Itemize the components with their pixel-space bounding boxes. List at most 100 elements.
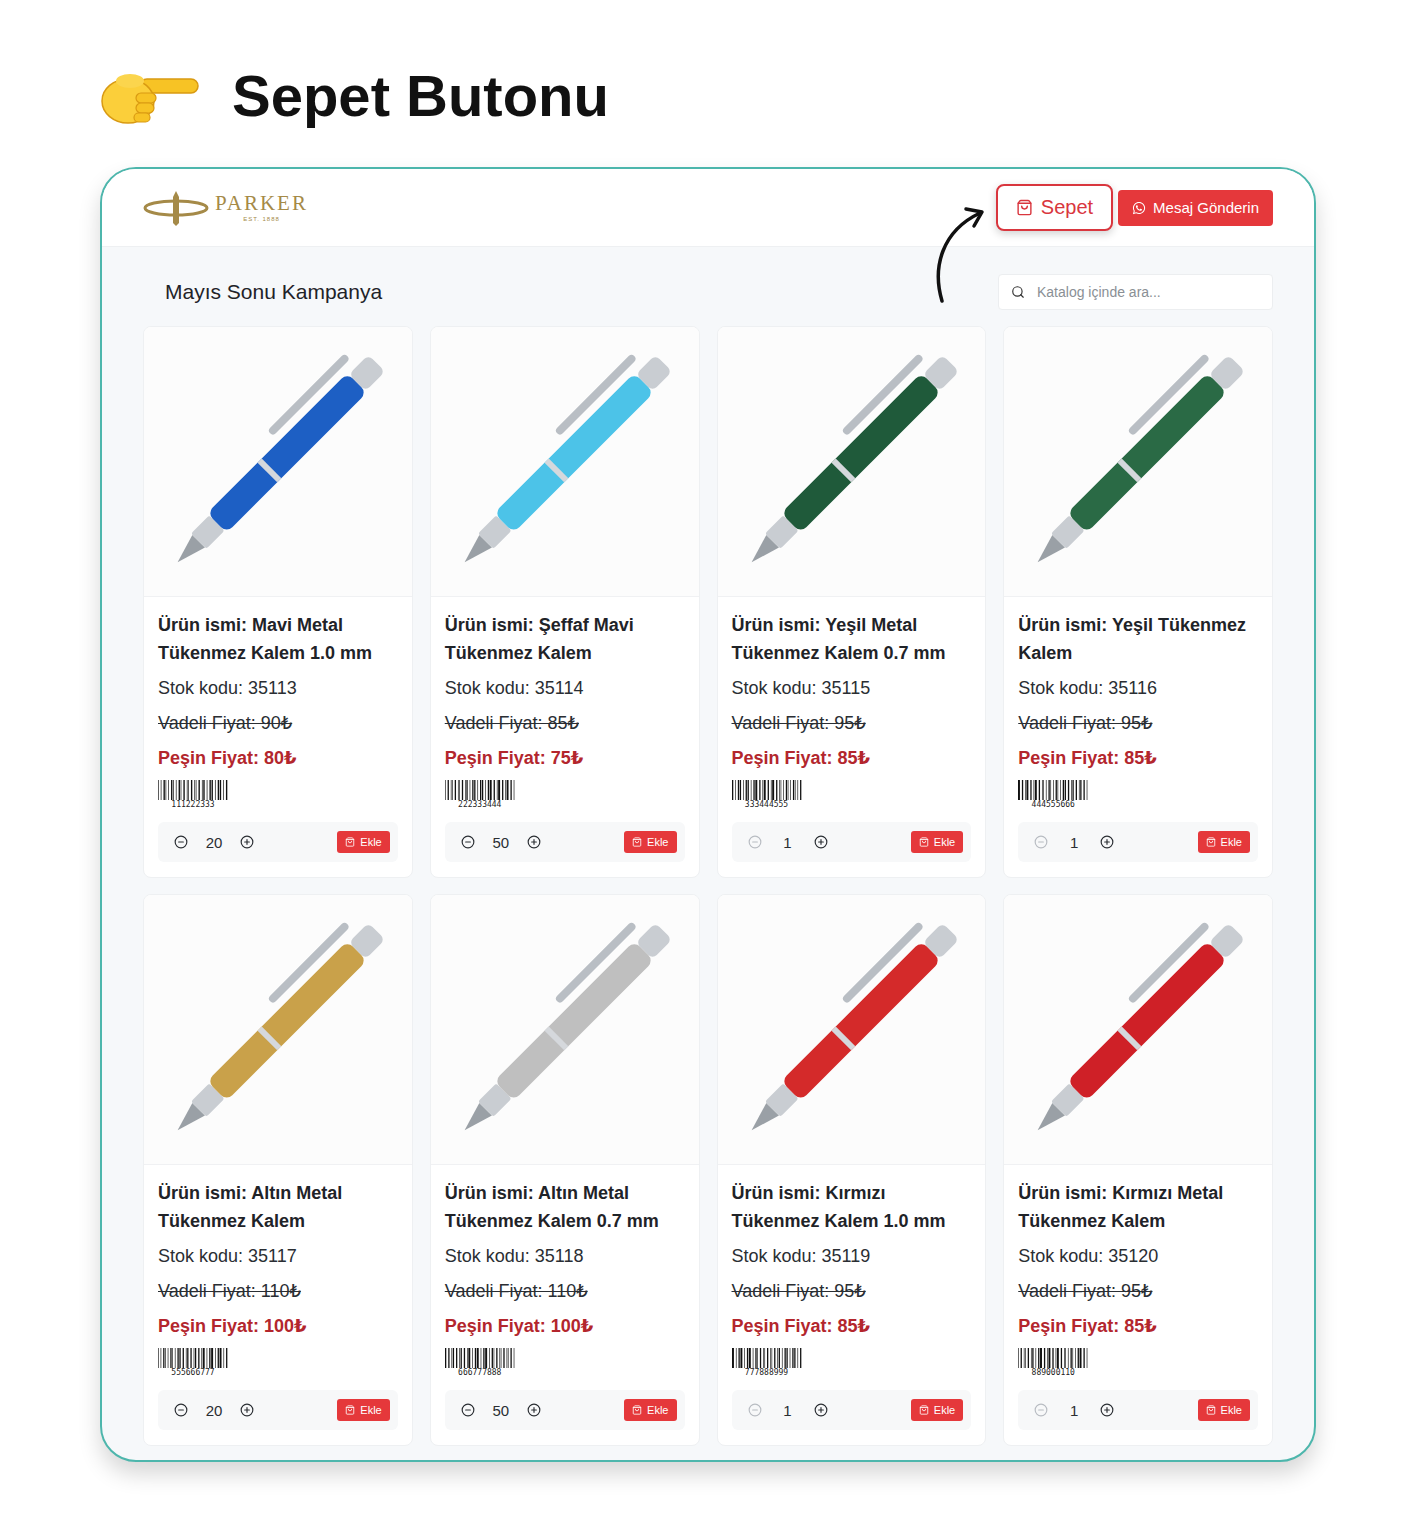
barcode: 555666777 bbox=[158, 1348, 228, 1378]
barcode: 666777888 bbox=[445, 1348, 515, 1378]
barcode-number: 889000110 bbox=[1032, 1368, 1075, 1378]
quantity-row: 1 Ekle bbox=[1018, 1390, 1258, 1430]
shopping-bag-icon bbox=[1206, 1405, 1216, 1415]
add-button[interactable]: Ekle bbox=[1198, 831, 1250, 853]
term-price: Vadeli Fiyat: 90₺ bbox=[158, 706, 398, 741]
term-price: Vadeli Fiyat: 110₺ bbox=[158, 1274, 398, 1309]
product-photo bbox=[1004, 327, 1272, 597]
shopping-bag-icon bbox=[919, 1405, 929, 1415]
pen-photo bbox=[431, 327, 699, 597]
product-card: Ürün ismi: Altın Metal Tükenmez Kalem 0.… bbox=[430, 894, 700, 1446]
increase-button[interactable] bbox=[812, 833, 830, 851]
product-photo bbox=[431, 895, 699, 1165]
product-name: Ürün ismi: Kırmızı Metal Tükenmez Kalem bbox=[1018, 1179, 1258, 1235]
add-button[interactable]: Ekle bbox=[624, 1399, 676, 1421]
nav-buttons: SepetMesaj Gönderin bbox=[996, 184, 1273, 231]
brand-text: PARKEREST. 1888 bbox=[215, 193, 308, 222]
plus-circle-icon bbox=[527, 835, 541, 849]
decrease-button[interactable] bbox=[172, 833, 190, 851]
product-photo bbox=[144, 895, 412, 1165]
barcode-icon bbox=[445, 780, 515, 800]
product-photo bbox=[1004, 895, 1272, 1165]
product-name: Ürün ismi: Yeşil Tükenmez Kalem bbox=[1018, 611, 1258, 667]
catalog-title: Mayıs Sonu Kampanya bbox=[165, 280, 382, 304]
stock-code: Stok kodu: 35114 bbox=[445, 671, 685, 706]
barcode-number: 222333444 bbox=[458, 800, 501, 810]
increase-button[interactable] bbox=[1098, 833, 1116, 851]
product-card: Ürün ismi: Kırmızı Tükenmez Kalem 1.0 mm… bbox=[717, 894, 987, 1446]
minus-circle-icon bbox=[461, 1403, 475, 1417]
decrease-button[interactable] bbox=[459, 833, 477, 851]
term-price: Vadeli Fiyat: 110₺ bbox=[445, 1274, 685, 1309]
quantity-value[interactable]: 1 bbox=[764, 1402, 812, 1419]
increase-button[interactable] bbox=[238, 1401, 256, 1419]
product-photo bbox=[718, 327, 986, 597]
quantity-value[interactable]: 50 bbox=[477, 1402, 525, 1419]
message-button[interactable]: Mesaj Gönderin bbox=[1118, 190, 1273, 226]
product-card: Ürün ismi: Yeşil Tükenmez KalemStok kodu… bbox=[1003, 326, 1273, 878]
quantity-value[interactable]: 1 bbox=[1050, 1402, 1098, 1419]
product-photo bbox=[144, 327, 412, 597]
increase-button[interactable] bbox=[1098, 1401, 1116, 1419]
cart-button[interactable]: Sepet bbox=[996, 184, 1113, 231]
quantity-value[interactable]: 50 bbox=[477, 834, 525, 851]
barcode-number: 333444555 bbox=[745, 800, 788, 810]
plus-circle-icon bbox=[527, 1403, 541, 1417]
quantity-value[interactable]: 20 bbox=[190, 1402, 238, 1419]
shopping-bag-icon bbox=[919, 837, 929, 847]
pointer-arrow-icon bbox=[928, 201, 992, 305]
product-body: Ürün ismi: Yeşil Metal Tükenmez Kalem 0.… bbox=[718, 597, 986, 877]
product-card: Ürün ismi: Yeşil Metal Tükenmez Kalem 0.… bbox=[717, 326, 987, 878]
add-button[interactable]: Ekle bbox=[337, 1399, 389, 1421]
search-icon bbox=[1011, 285, 1025, 299]
plus-circle-icon bbox=[240, 835, 254, 849]
add-button[interactable]: Ekle bbox=[911, 1399, 963, 1421]
barcode-icon bbox=[1018, 780, 1088, 800]
plus-circle-icon bbox=[814, 835, 828, 849]
add-button[interactable]: Ekle bbox=[337, 831, 389, 853]
decrease-button bbox=[746, 833, 764, 851]
product-name: Ürün ismi: Altın Metal Tükenmez Kalem bbox=[158, 1179, 398, 1235]
increase-button[interactable] bbox=[812, 1401, 830, 1419]
decrease-button[interactable] bbox=[172, 1401, 190, 1419]
search-input[interactable] bbox=[1035, 283, 1260, 301]
catalog-window: PARKEREST. 1888 SepetMesaj Gönderin Mayıs … bbox=[100, 167, 1316, 1462]
quantity-row: 50 Ekle bbox=[445, 1390, 685, 1430]
stock-code: Stok kodu: 35115 bbox=[732, 671, 972, 706]
add-button[interactable]: Ekle bbox=[624, 831, 676, 853]
increase-button[interactable] bbox=[238, 833, 256, 851]
add-button[interactable]: Ekle bbox=[1198, 1399, 1250, 1421]
product-card: Ürün ismi: Altın Metal Tükenmez KalemSto… bbox=[143, 894, 413, 1446]
minus-circle-icon bbox=[174, 1403, 188, 1417]
barcode-icon bbox=[1018, 1348, 1088, 1368]
quantity-value[interactable]: 1 bbox=[1050, 834, 1098, 851]
product-body: Ürün ismi: Kırmızı Tükenmez Kalem 1.0 mm… bbox=[718, 1165, 986, 1445]
search-field[interactable] bbox=[998, 274, 1273, 310]
barcode-number: 666777888 bbox=[458, 1368, 501, 1378]
quantity-value[interactable]: 1 bbox=[764, 834, 812, 851]
pen-photo bbox=[144, 895, 412, 1165]
cash-price: Peşin Fiyat: 85₺ bbox=[1018, 741, 1258, 776]
increase-button[interactable] bbox=[525, 833, 543, 851]
barcode-icon bbox=[158, 780, 228, 800]
term-price: Vadeli Fiyat: 95₺ bbox=[1018, 1274, 1258, 1309]
quantity-value[interactable]: 20 bbox=[190, 834, 238, 851]
barcode-icon bbox=[732, 1348, 802, 1368]
barcode: 777888999 bbox=[732, 1348, 802, 1378]
decrease-button[interactable] bbox=[459, 1401, 477, 1419]
increase-button[interactable] bbox=[525, 1401, 543, 1419]
brand-logo[interactable]: PARKEREST. 1888 bbox=[143, 189, 308, 227]
term-price: Vadeli Fiyat: 95₺ bbox=[732, 706, 972, 741]
product-body: Ürün ismi: Altın Metal Tükenmez Kalem 0.… bbox=[431, 1165, 699, 1445]
plus-circle-icon bbox=[240, 1403, 254, 1417]
quantity-row: 20 Ekle bbox=[158, 822, 398, 862]
product-body: Ürün ismi: Şeffaf Mavi Tükenmez KalemSto… bbox=[431, 597, 699, 877]
product-card: Ürün ismi: Şeffaf Mavi Tükenmez KalemSto… bbox=[430, 326, 700, 878]
minus-circle-icon bbox=[748, 1403, 762, 1417]
brand-name: PARKER bbox=[215, 193, 308, 214]
term-price: Vadeli Fiyat: 95₺ bbox=[732, 1274, 972, 1309]
term-price: Vadeli Fiyat: 95₺ bbox=[1018, 706, 1258, 741]
shopping-bag-icon bbox=[1206, 837, 1216, 847]
add-button[interactable]: Ekle bbox=[911, 831, 963, 853]
barcode: 889000110 bbox=[1018, 1348, 1088, 1378]
